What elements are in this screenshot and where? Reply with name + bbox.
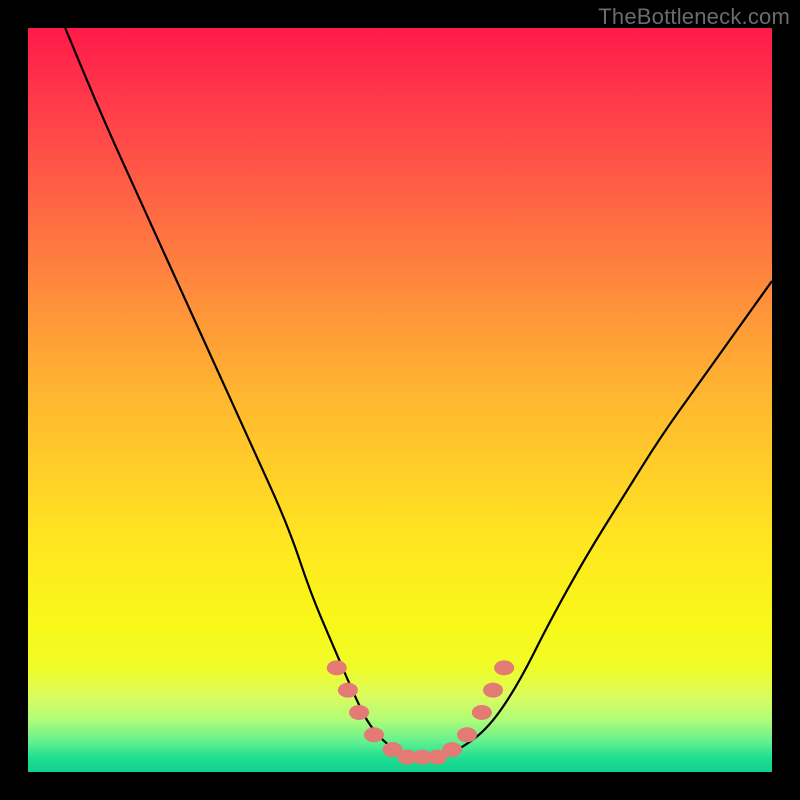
marker-point (364, 727, 384, 742)
marker-point (338, 683, 358, 698)
curve-line (65, 28, 772, 757)
marker-group (327, 660, 514, 764)
marker-point (442, 742, 462, 757)
marker-point (457, 727, 477, 742)
marker-point (349, 705, 369, 720)
marker-point (472, 705, 492, 720)
marker-point (327, 660, 347, 675)
watermark-label: TheBottleneck.com (598, 4, 790, 30)
marker-point (494, 660, 514, 675)
chart-svg (28, 28, 772, 772)
marker-point (483, 683, 503, 698)
